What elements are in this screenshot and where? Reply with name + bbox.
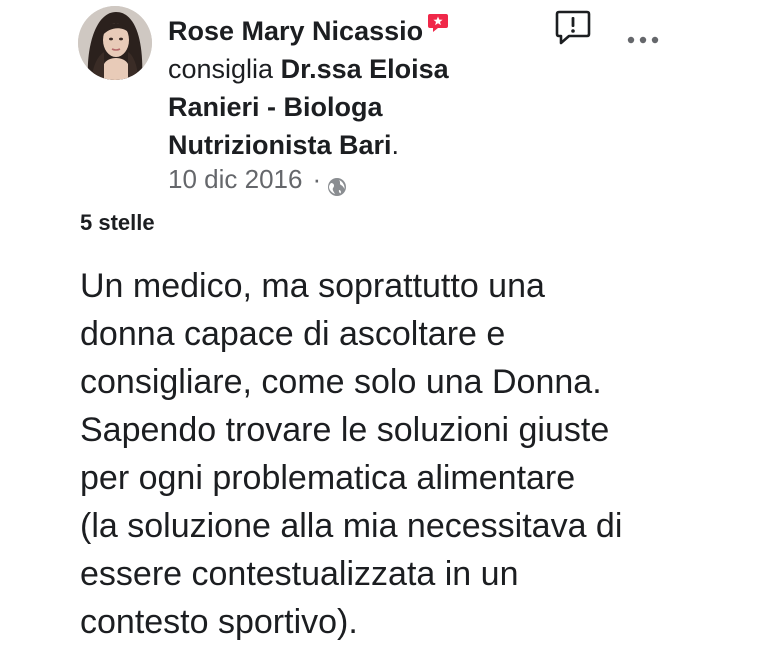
review-line: contesto sportivo). [80,603,358,641]
post-meta: 10 dic 2016 · [168,160,347,198]
avatar[interactable] [78,6,152,80]
post-date[interactable]: 10 dic 2016 [168,160,302,198]
action-verb: consiglia [168,54,274,84]
globe-icon [327,169,347,196]
review-post: Rose Mary Nicassio consiglia Dr.ssa Eloi… [0,0,771,658]
review-line: Un medico, ma soprattutto una [80,267,545,305]
recommend-badge-icon [427,6,449,32]
review-line: donna capace di ascoltare e [80,315,506,353]
report-icon[interactable] [553,8,593,48]
meta-separator: · [312,164,322,194]
review-line: per ogni problematica alimentare [80,459,576,497]
author-name[interactable]: Rose Mary Nicassio [168,16,423,46]
review-line: Sapendo trovare le soluzioni giuste [80,411,610,449]
rating-label: 5 stelle [80,210,155,235]
review-line: consigliare, come solo una Donna. [80,363,602,401]
target-period: . [391,130,400,160]
review-body: Un medico, ma soprattutto una donna capa… [80,262,740,646]
more-options-icon[interactable] [625,30,661,50]
post-header: Rose Mary Nicassio consiglia Dr.ssa Eloi… [168,6,528,164]
review-line: essere contestualizzata in un [80,555,519,593]
review-line: (la soluzione alla mia necessitava di [80,507,623,545]
